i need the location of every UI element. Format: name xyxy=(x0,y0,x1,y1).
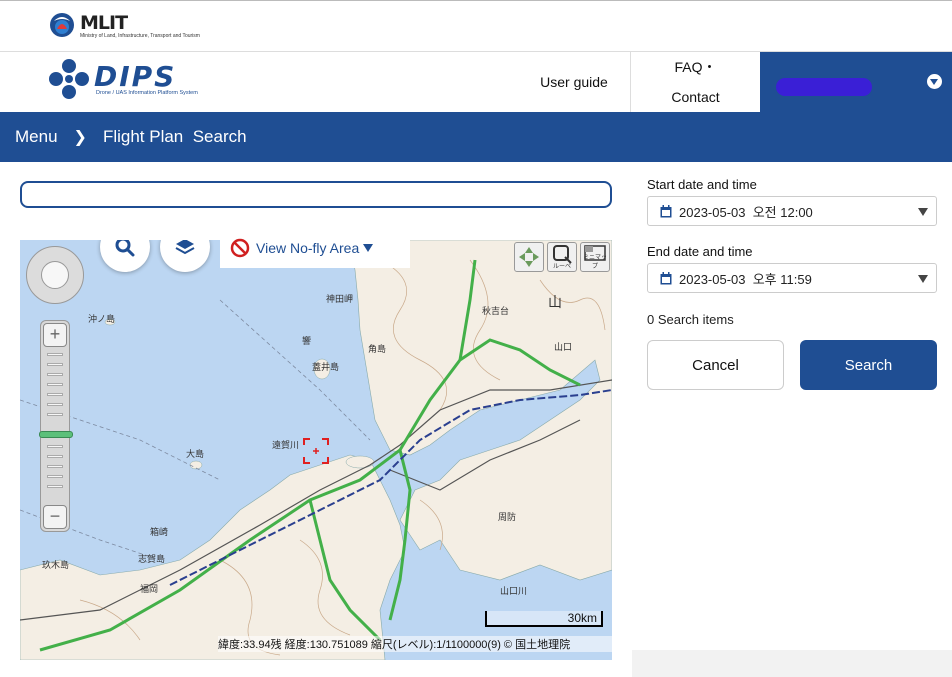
map-place-label: 箱崎 xyxy=(150,527,169,537)
map-place-label: 沖ノ島 xyxy=(88,314,116,324)
minimap-button[interactable]: ミニマップ xyxy=(580,242,610,272)
map-place-label: 山 xyxy=(548,294,562,310)
dips-subtitle: Drone / UAS Information Platform System xyxy=(96,90,198,96)
zoom-tick xyxy=(47,475,63,478)
map-place-label: 蓋井島 xyxy=(312,362,340,372)
mlit-logo-icon xyxy=(50,13,74,37)
map-place-label: 玖木島 xyxy=(42,560,70,570)
map-place-label: 神田岬 xyxy=(326,294,354,304)
zoom-tick xyxy=(47,383,63,386)
user-name-redacted xyxy=(776,78,872,96)
map-place-label: 山口 xyxy=(554,342,573,352)
cancel-button[interactable]: Cancel xyxy=(647,340,784,390)
map-scale-bar: 30km xyxy=(485,611,603,627)
map-place-label: 周防 xyxy=(498,512,517,522)
map-place-label: 福岡 xyxy=(140,584,159,594)
mlit-subtitle: Ministry of Land, Infrastructure, Transp… xyxy=(80,33,200,39)
search-result-count: 0 Search items xyxy=(647,312,734,327)
zoom-tick xyxy=(47,455,63,458)
contact-label: Contact xyxy=(671,89,720,105)
page-title: Flight Plan Search xyxy=(102,127,247,146)
no-fly-area-label: View No-fly Area xyxy=(256,240,360,256)
map-place-label: 角島 xyxy=(368,344,387,354)
target-icon xyxy=(303,438,329,464)
breadcrumb-menu[interactable]: Menu xyxy=(15,127,58,147)
zoom-tick xyxy=(47,413,63,416)
ministry-bar: MLIT Ministry of Land, Infrastructure, T… xyxy=(0,0,952,52)
pan-control[interactable] xyxy=(26,246,84,304)
zoom-tick xyxy=(47,363,63,366)
map-place-label: 秋吉台 xyxy=(482,306,510,316)
search-icon xyxy=(115,240,135,257)
caret-down-icon[interactable] xyxy=(927,74,942,89)
mlit-wordmark: MLIT xyxy=(80,12,128,34)
end-date-select[interactable]: 2023-05-03 오후 11:59 xyxy=(647,263,937,293)
map-place-label: 響 xyxy=(302,336,312,346)
zoom-tick xyxy=(47,465,63,468)
search-button[interactable]: Search xyxy=(800,340,937,390)
map-locate-button[interactable] xyxy=(514,242,544,272)
dips-logo-icon xyxy=(49,59,89,99)
user-guide-link[interactable]: User guide xyxy=(518,52,630,112)
chevron-down-icon xyxy=(918,275,928,283)
search-input[interactable] xyxy=(20,181,612,208)
end-date-label: End date and time xyxy=(647,244,753,259)
no-fly-area-dropdown[interactable]: View No-fly Area xyxy=(220,228,410,268)
app-header: DIPS Drone / UAS Information Platform Sy… xyxy=(0,52,952,112)
map-place-label: 遠賀川 xyxy=(272,440,300,450)
zoom-level-handle[interactable] xyxy=(39,431,73,438)
search-side-panel: Start date and time 2023-05-03 오전 12:00 … xyxy=(632,162,952,677)
zoom-out-icon[interactable]: − xyxy=(43,505,67,529)
minimap-label: ミニマップ xyxy=(582,255,607,270)
zoom-slider[interactable]: + − xyxy=(39,320,73,532)
map-place-label: 山口川 xyxy=(500,586,528,596)
dips-wordmark: DIPS xyxy=(94,60,177,93)
dips-logo[interactable]: DIPS Drone / UAS Information Platform Sy… xyxy=(48,58,228,102)
start-date-select[interactable]: 2023-05-03 오전 12:00 xyxy=(647,196,937,226)
zoom-tick xyxy=(47,445,63,448)
zoom-tick xyxy=(47,403,63,406)
start-date-label: Start date and time xyxy=(647,177,757,192)
faq-contact-link[interactable]: FAQ・ Contact xyxy=(630,52,760,112)
map-view[interactable]: 沖ノ島 神田岬 響 蓋井島 角島 大島 遠賀川 箱崎 志賀島 玖木島 山 秋吉台… xyxy=(20,240,612,660)
zoom-tick xyxy=(47,353,63,356)
map-place-label: 大島 xyxy=(186,449,205,459)
calendar-icon xyxy=(660,204,672,217)
calendar-icon xyxy=(660,271,672,284)
magnifier-button[interactable]: ルーペ xyxy=(547,242,577,272)
end-date-value: 2023-05-03 오후 11:59 xyxy=(679,271,812,287)
search-form: Start date and time 2023-05-03 오전 12:00 … xyxy=(632,162,952,650)
user-menu[interactable] xyxy=(760,52,952,112)
move-icon xyxy=(519,247,539,267)
magnifier-label: ルーペ xyxy=(552,264,571,270)
map-coordinates-status: 緯度:33.94残 経度:130.751089 縮尺(レベル):1/110000… xyxy=(218,636,612,652)
breadcrumb-separator-icon: ❯ xyxy=(73,129,87,146)
pan-icon xyxy=(41,261,69,289)
chevron-down-icon xyxy=(918,208,928,216)
zoom-tick xyxy=(47,393,63,396)
faq-label: FAQ・ xyxy=(674,59,717,75)
chevron-down-icon xyxy=(363,244,374,252)
map-place-label: 志賀島 xyxy=(138,554,166,564)
zoom-tick xyxy=(47,373,63,376)
mlit-logo[interactable]: MLIT Ministry of Land, Infrastructure, T… xyxy=(48,11,218,43)
breadcrumb: Menu ❯ Flight Plan Search xyxy=(0,112,952,162)
no-entry-icon xyxy=(230,238,250,258)
zoom-tick xyxy=(47,485,63,488)
layers-icon xyxy=(175,240,195,255)
zoom-in-icon[interactable]: + xyxy=(43,323,67,347)
start-date-value: 2023-05-03 오전 12:00 xyxy=(679,204,813,220)
